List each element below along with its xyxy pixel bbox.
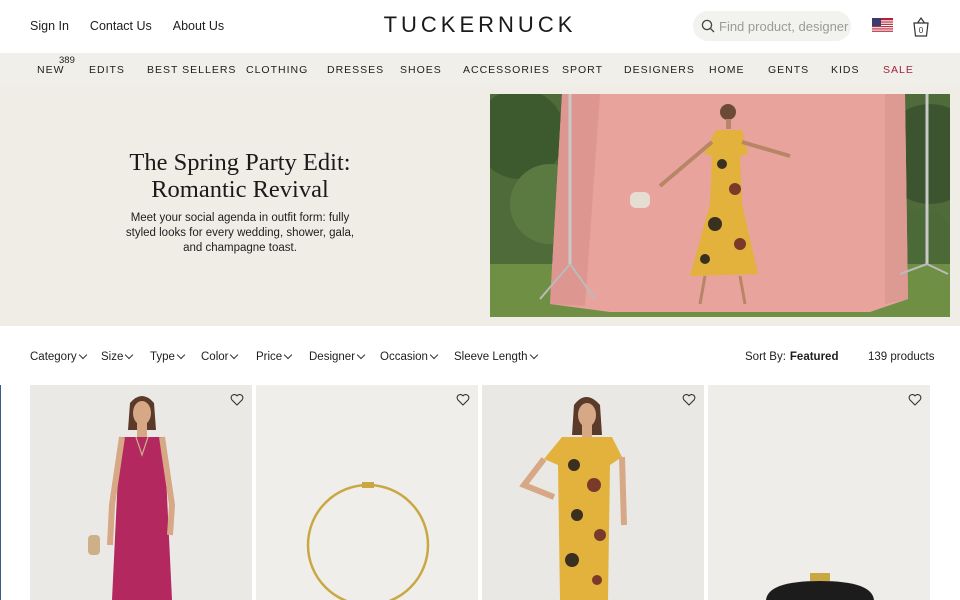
chevron-down-icon	[529, 350, 538, 360]
nav-item-best-sellers[interactable]: BEST SELLERS	[147, 64, 236, 76]
filter-price[interactable]: Price	[256, 350, 293, 363]
nav-item-sport[interactable]: SPORT	[562, 64, 603, 76]
chevron-down-icon	[176, 350, 186, 360]
product-card[interactable]	[482, 385, 704, 600]
product-image-black-raffia-clutch[interactable]	[708, 385, 930, 600]
chevron-down-icon	[78, 350, 87, 360]
shopping-bag-icon[interactable]: 0	[911, 16, 931, 37]
hero-description: Meet your social agenda in outfit form: …	[125, 212, 355, 254]
filter-color[interactable]: Color	[201, 350, 239, 363]
filter-occasion-label: Occasion	[380, 351, 428, 363]
nav-item-accessories[interactable]: ACCESSORIES	[463, 64, 550, 76]
filter-size-label: Size	[101, 351, 124, 363]
filter-type[interactable]: Type	[150, 350, 186, 363]
main-nav: 389 NEW EDITS BEST SELLERS CLOTHING DRES…	[0, 53, 960, 85]
filter-type-label: Type	[150, 351, 175, 363]
filter-designer-label: Designer	[309, 351, 356, 363]
nav-item-designers[interactable]: DESIGNERS	[624, 64, 695, 76]
hero-title[interactable]: The Spring Party Edit: Romantic Revival	[100, 149, 380, 203]
nav-item-dresses[interactable]: DRESSES	[327, 64, 384, 76]
grid-divider	[0, 385, 1, 600]
filter-size[interactable]: Size	[101, 350, 134, 363]
nav-item-edits[interactable]: EDITS	[89, 64, 125, 76]
nav-item-sale[interactable]: SALE	[883, 64, 914, 76]
hero-title-line1: The Spring Party Edit:	[129, 149, 351, 176]
heart-icon[interactable]	[230, 393, 244, 407]
filter-category-label: Category	[30, 351, 77, 363]
product-count: 139 products	[868, 351, 935, 363]
product-image-gold-collar-necklace[interactable]	[256, 385, 478, 600]
hero-image[interactable]	[490, 94, 950, 317]
search-icon	[701, 19, 715, 33]
nav-item-gents[interactable]: GENTS	[768, 64, 809, 76]
nav-item-home[interactable]: HOME	[709, 64, 745, 76]
product-card[interactable]	[30, 385, 252, 600]
filter-category[interactable]: Category	[30, 350, 87, 363]
filter-bar: Category Size Type Color Price Designer …	[0, 326, 960, 385]
heart-icon[interactable]	[682, 393, 696, 407]
nav-item-shoes[interactable]: SHOES	[400, 64, 442, 76]
chevron-down-icon	[125, 350, 134, 360]
filter-color-label: Color	[201, 351, 229, 363]
chevron-down-icon	[356, 350, 366, 360]
search-input[interactable]	[719, 18, 849, 34]
sort-value: Featured	[789, 351, 839, 363]
filter-sleeve-length-label: Sleeve Length	[454, 351, 528, 363]
heart-icon[interactable]	[908, 393, 922, 407]
nav-item-clothing[interactable]: CLOTHING	[246, 64, 308, 76]
hero-banner: The Spring Party Edit: Romantic Revival …	[0, 85, 960, 326]
filter-designer[interactable]: Designer	[309, 350, 366, 363]
product-image-pink-knit-dress[interactable]	[30, 385, 252, 600]
search-box[interactable]	[693, 11, 851, 41]
chevron-down-icon	[283, 350, 293, 360]
cart-count: 0	[919, 26, 924, 35]
nav-item-kids[interactable]: KIDS	[831, 64, 860, 76]
top-bar: Sign In Contact Us About Us TUCKERNUCK 0	[0, 0, 960, 53]
product-card[interactable]	[708, 385, 930, 600]
filter-sleeve-length[interactable]: Sleeve Length	[454, 350, 538, 363]
chevron-down-icon	[429, 350, 439, 360]
heart-icon[interactable]	[456, 393, 470, 407]
us-flag-icon[interactable]	[872, 18, 893, 33]
chevron-down-icon	[230, 350, 239, 360]
filter-occasion[interactable]: Occasion	[380, 350, 439, 363]
sort-dropdown[interactable]: Sort By: Featured	[745, 351, 838, 363]
nav-item-new[interactable]: NEW	[37, 64, 65, 76]
hero-title-line2: Romantic Revival	[151, 176, 329, 203]
product-card[interactable]	[256, 385, 478, 600]
product-image-yellow-floral-dress[interactable]	[482, 385, 704, 600]
sort-label: Sort By:	[745, 351, 786, 363]
filter-price-label: Price	[256, 351, 283, 363]
